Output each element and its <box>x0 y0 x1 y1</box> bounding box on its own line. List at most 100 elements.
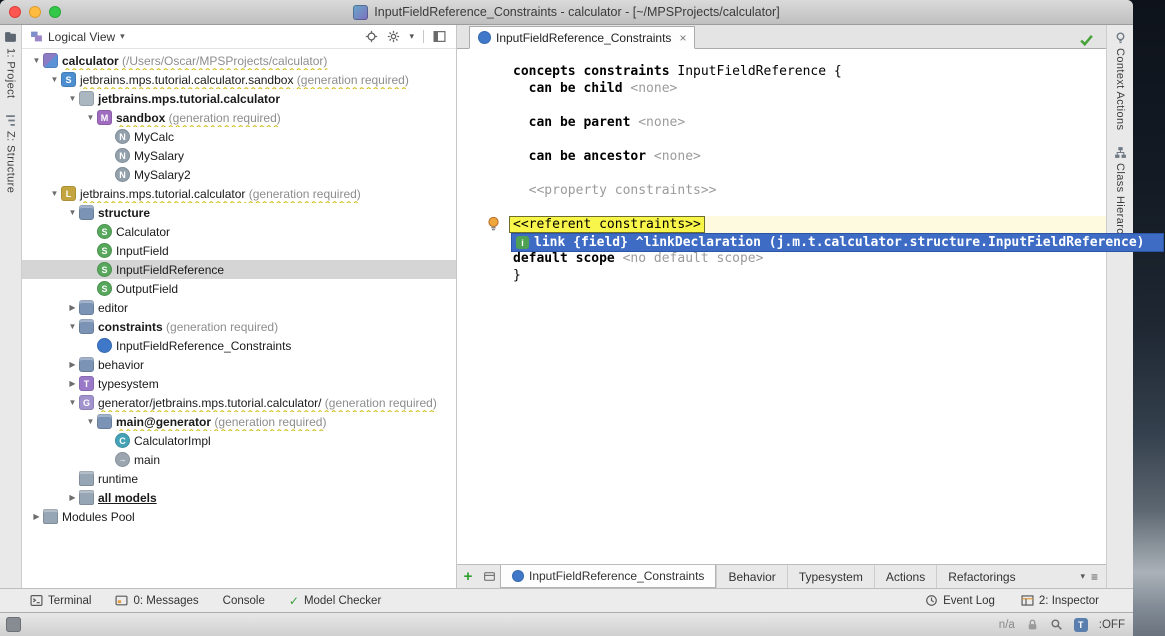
tree-item-calculatorimpl[interactable]: CCalculatorImpl <box>22 431 456 450</box>
tree-item-mysalary[interactable]: NMySalary <box>22 146 456 165</box>
tree-item-constraints[interactable]: ▼constraints (generation required) <box>22 317 456 336</box>
toolwindow-button-context-actions[interactable]: Context Actions <box>1114 31 1127 130</box>
tree-item-editor[interactable]: ▶editor <box>22 298 456 317</box>
transient-models-icon[interactable]: T <box>1074 618 1088 632</box>
close-tab-icon[interactable]: × <box>679 31 686 45</box>
aspect-tab-label: Behavior <box>728 570 775 584</box>
code-text: concepts constraints <box>513 64 670 79</box>
intention-bulb-icon[interactable] <box>486 216 501 233</box>
toolbar-divider <box>423 30 424 43</box>
tree-collapse-icon[interactable]: ▼ <box>66 94 79 103</box>
toolwindow-button-class-hierarchy[interactable]: Class Hierarchy <box>1114 146 1127 247</box>
tree-item-generator-jetbrains-mps-tutorial-calculator[interactable]: ▼Ggenerator/jetbrains.mps.tutorial.calcu… <box>22 393 456 412</box>
tree-item-mycalc[interactable]: NMyCalc <box>22 127 456 146</box>
add-aspect-button[interactable]: + <box>457 565 479 588</box>
tree-item-main-generator[interactable]: ▼main@generator (generation required) <box>22 412 456 431</box>
tree-collapse-icon[interactable]: ▼ <box>48 75 61 84</box>
tree-item-runtime[interactable]: runtime <box>22 469 456 488</box>
tree-collapse-icon[interactable]: ▼ <box>66 322 79 331</box>
tree-item-text: InputFieldReference <box>116 263 224 277</box>
minimize-window-button[interactable] <box>29 6 41 18</box>
project-toolwindow-icon <box>4 31 17 44</box>
logical-view-icon <box>30 30 43 43</box>
selected-cell[interactable]: <<referent constraints>> <box>509 216 705 233</box>
toolwindow-button-event-log[interactable]: Event Log <box>925 594 995 607</box>
tree-item-structure[interactable]: ▼structure <box>22 203 456 222</box>
tree-item-inputfieldreference[interactable]: SInputFieldReference <box>22 260 456 279</box>
tree-item-calculator[interactable]: SCalculator <box>22 222 456 241</box>
chevron-down-icon[interactable]: ▾ <box>409 31 414 42</box>
chevron-down-icon[interactable]: ▾ <box>120 31 125 42</box>
project-toolwindow: Logical View ▾ ▾ ▼calculator (/Users/Osc… <box>22 25 457 588</box>
tree-expand-icon[interactable]: ▶ <box>30 512 43 521</box>
tab-list-icon[interactable] <box>479 565 500 588</box>
toolwindow-button-label: 0: Messages <box>133 595 198 607</box>
tree-item-text: jetbrains.mps.tutorial.calculator <box>98 92 280 106</box>
zoom-window-button[interactable] <box>49 6 61 18</box>
toolwindow-button-messages[interactable]: 0: Messages <box>115 594 198 607</box>
tabs-icon <box>483 570 496 583</box>
toolwindow-button-console[interactable]: Console <box>223 595 265 607</box>
toolwindow-button-project[interactable]: 1: Project <box>4 31 17 98</box>
tree-collapse-icon[interactable]: ▼ <box>66 398 79 407</box>
completion-popup[interactable]: i link {field} ^linkDeclaration (j.m.t.c… <box>511 233 1164 252</box>
tree-collapse-icon[interactable]: ▼ <box>30 56 43 65</box>
tree-collapse-icon[interactable]: ▼ <box>66 208 79 217</box>
tree-item-inputfield[interactable]: SInputField <box>22 241 456 260</box>
chevron-down-icon[interactable]: ▾ <box>1080 571 1085 582</box>
toolwindow-button-inspector[interactable]: 2: Inspector <box>1021 594 1099 607</box>
code-text: InputFieldReference { <box>670 64 842 79</box>
langL-icon: L <box>61 186 76 201</box>
toolwindow-button-label: Model Checker <box>304 595 381 607</box>
tree-item-modules-pool[interactable]: ▶Modules Pool <box>22 507 456 526</box>
tree-collapse-icon[interactable]: ▼ <box>48 189 61 198</box>
aspect-tab-constraints[interactable]: InputFieldReference_Constraints <box>500 565 716 588</box>
tree-item-label: InputFieldReference <box>116 263 224 277</box>
code-text <box>513 81 529 96</box>
class-hierarchy-icon <box>1114 146 1127 159</box>
toolwindow-button-model-checker[interactable]: ✓ Model Checker <box>289 594 381 608</box>
view-selector[interactable]: Logical View <box>48 30 115 44</box>
locate-icon[interactable] <box>365 30 378 43</box>
lock-icon[interactable] <box>1026 618 1039 631</box>
tree-expand-icon[interactable]: ▶ <box>66 493 79 502</box>
tree-item-inputfieldreference-constraints[interactable]: InputFieldReference_Constraints <box>22 336 456 355</box>
close-window-button[interactable] <box>9 6 21 18</box>
tree-item-jetbrains-mps-tutorial-calculator-sandbox[interactable]: ▼Sjetbrains.mps.tutorial.calculator.sand… <box>22 70 456 89</box>
editor-tab-inputfieldreference-constraints[interactable]: InputFieldReference_Constraints × <box>469 26 695 49</box>
tree-collapse-icon[interactable]: ▼ <box>84 113 97 122</box>
tree-item-all-models[interactable]: ▶all models <box>22 488 456 507</box>
tree-item-typesystem[interactable]: ▶Ttypesystem <box>22 374 456 393</box>
toggle-toolwindows-button[interactable] <box>6 617 21 632</box>
tree-item-text: behavior <box>98 358 144 372</box>
toolwindow-button-structure[interactable]: Z: Structure <box>4 114 17 193</box>
aspect-tab-behavior[interactable]: Behavior <box>716 565 786 588</box>
tree-item-mysalary2[interactable]: NMySalary2 <box>22 165 456 184</box>
code-line: default scope <no default scope> <box>513 250 1106 267</box>
aspect-tab-typesystem[interactable]: Typesystem <box>787 565 874 588</box>
tree-item-behavior[interactable]: ▶ behavior <box>22 355 456 374</box>
tree-item-jetbrains-mps-tutorial-calculator[interactable]: ▼Ljetbrains.mps.tutorial.calculator (gen… <box>22 184 456 203</box>
toolwindow-button-label: 1: Project <box>5 48 17 98</box>
tree-expand-icon[interactable]: ▶ <box>66 303 79 312</box>
toolwindow-button-label: Z: Structure <box>5 131 17 193</box>
tree-item-suffix: (generation required) <box>321 396 436 410</box>
aspect-tab-refactorings[interactable]: Refactorings <box>936 565 1026 588</box>
tree-collapse-icon[interactable]: ▼ <box>84 417 97 426</box>
tree-item-text: jetbrains.mps.tutorial.calculator (gener… <box>80 187 361 201</box>
magnifier-icon[interactable] <box>1050 618 1063 631</box>
tree-item-sandbox[interactable]: ▼Msandbox (generation required) <box>22 108 456 127</box>
tree-item-calculator[interactable]: ▼calculator (/Users/Oscar/MPSProjects/ca… <box>22 51 456 70</box>
tree-expand-icon[interactable]: ▶ <box>66 379 79 388</box>
aspect-tab-actions[interactable]: Actions <box>874 565 936 588</box>
toolwindow-button-terminal[interactable]: Terminal <box>30 594 91 607</box>
tree-expand-icon[interactable]: ▶ <box>66 360 79 369</box>
event-log-icon <box>925 594 938 607</box>
tab-options-icon[interactable]: ≡ <box>1091 570 1098 584</box>
code-area[interactable]: concepts constraints InputFieldReference… <box>457 49 1106 564</box>
tree-item-main[interactable]: →main <box>22 450 456 469</box>
hide-panel-icon[interactable] <box>433 30 446 43</box>
gear-icon[interactable] <box>387 30 400 43</box>
tree-item-outputfield[interactable]: SOutputField <box>22 279 456 298</box>
tree-item-jetbrains-mps-tutorial-calculator[interactable]: ▼ jetbrains.mps.tutorial.calculator <box>22 89 456 108</box>
